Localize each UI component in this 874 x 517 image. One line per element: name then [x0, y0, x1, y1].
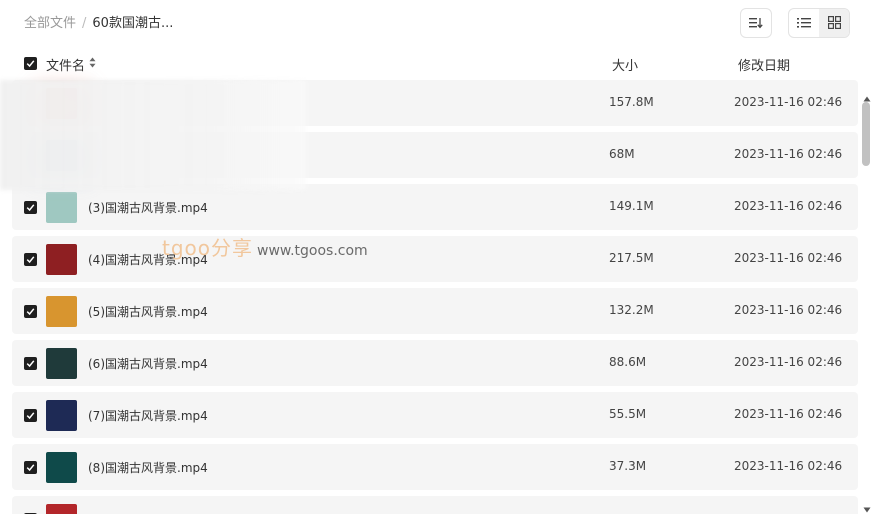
column-header-modified[interactable]: 修改日期 [738, 55, 790, 74]
file-size: 132.2M [609, 303, 654, 317]
table-header: 文件名 大小 修改日期 [0, 52, 874, 76]
video-thumbnail [46, 192, 77, 223]
video-thumbnail [46, 452, 77, 483]
grid-view-button[interactable] [819, 9, 849, 37]
file-row[interactable]: (4)国潮古风背景.mp4 217.5M 2023-11-16 02:46 [12, 236, 858, 282]
sort-icon [749, 14, 763, 33]
file-modified-date: 2023-11-16 02:46 [734, 303, 843, 317]
row-checkbox[interactable] [24, 201, 37, 214]
file-modified-date: 2023-11-16 02:46 [734, 147, 843, 161]
column-header-size[interactable]: 大小 [612, 55, 638, 74]
file-size: 88.6M [609, 355, 647, 369]
file-row[interactable]: (7)国潮古风背景.mp4 55.5M 2023-11-16 02:46 [12, 392, 858, 438]
file-size: 37.3M [609, 459, 647, 473]
scrollbar[interactable] [860, 84, 874, 514]
video-thumbnail [46, 348, 77, 379]
file-size: 157.8M [609, 95, 654, 109]
file-modified-date: 2023-11-16 02:46 [734, 407, 843, 421]
watermark-logo: tgoo分享 [162, 236, 254, 260]
column-header-name[interactable]: 文件名 [46, 55, 85, 74]
row-checkbox[interactable] [24, 305, 37, 318]
file-size: 68M [609, 147, 635, 161]
list-view-button[interactable] [789, 9, 819, 37]
file-name[interactable]: (3)国潮古风背景.mp4 [88, 199, 208, 216]
file-modified-date: 2023-11-16 02:46 [734, 355, 843, 369]
file-row[interactable]: (3)国潮古风背景.mp4 149.1M 2023-11-16 02:46 [12, 184, 858, 230]
file-row[interactable]: (6)国潮古风背景.mp4 88.6M 2023-11-16 02:46 [12, 340, 858, 386]
file-row[interactable]: (8)国潮古风背景.mp4 37.3M 2023-11-16 02:46 [12, 444, 858, 490]
video-thumbnail [46, 296, 77, 327]
file-modified-date: 2023-11-16 02:46 [734, 459, 843, 473]
top-bar: 全部文件 / 60款国潮古... [0, 0, 874, 48]
video-thumbnail [46, 244, 77, 275]
watermark: tgoo分享 www.tgoos.com [162, 232, 368, 261]
breadcrumb-root[interactable]: 全部文件 [24, 16, 76, 31]
file-modified-date: 2023-11-16 02:46 [734, 95, 843, 109]
file-name[interactable]: (7)国潮古风背景.mp4 [88, 407, 208, 424]
video-thumbnail [46, 504, 77, 514]
blurred-region [0, 80, 306, 190]
file-name[interactable]: (5)国潮古风背景.mp4 [88, 303, 208, 320]
file-name[interactable]: (8)国潮古风背景.mp4 [88, 459, 208, 476]
file-name[interactable]: (6)国潮古风背景.mp4 [88, 355, 208, 372]
scrollbar-thumb[interactable] [862, 102, 870, 166]
file-row[interactable]: (5)国潮古风背景.mp4 132.2M 2023-11-16 02:46 [12, 288, 858, 334]
file-modified-date: 2023-11-16 02:46 [734, 251, 843, 265]
file-size: 55.5M [609, 407, 647, 421]
file-size: 217.5M [609, 251, 654, 265]
video-thumbnail [46, 400, 77, 431]
breadcrumb-separator: / [82, 16, 87, 31]
breadcrumb: 全部文件 / 60款国潮古... [24, 15, 173, 33]
select-all-checkbox[interactable] [24, 57, 37, 70]
view-toggle [788, 8, 850, 38]
row-checkbox[interactable] [24, 409, 37, 422]
list-view-icon [797, 14, 811, 33]
file-row[interactable] [12, 496, 858, 514]
watermark-url: www.tgoos.com [257, 243, 368, 259]
row-checkbox[interactable] [24, 357, 37, 370]
breadcrumb-current: 60款国潮古... [92, 16, 174, 31]
sort-arrows-icon[interactable] [89, 57, 96, 72]
scroll-down-arrow-icon[interactable] [863, 498, 871, 517]
row-checkbox[interactable] [24, 461, 37, 474]
file-modified-date: 2023-11-16 02:46 [734, 199, 843, 213]
file-size: 149.1M [609, 199, 654, 213]
grid-view-icon [827, 14, 841, 33]
row-checkbox[interactable] [24, 253, 37, 266]
sort-button[interactable] [740, 8, 772, 38]
